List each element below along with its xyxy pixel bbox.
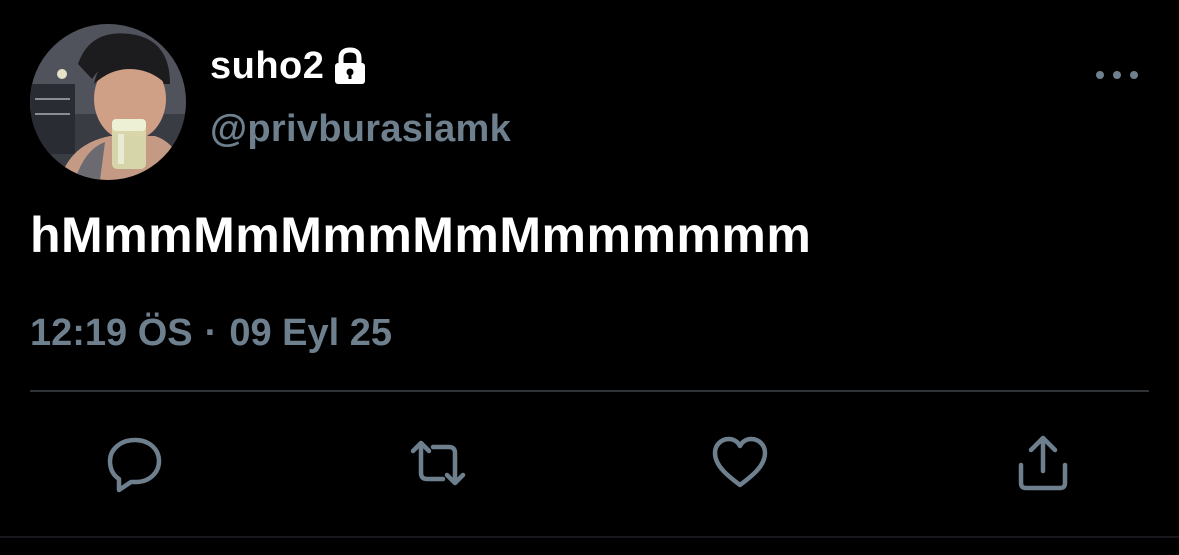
display-name-row[interactable]: suho2 xyxy=(210,42,368,90)
user-handle[interactable]: @privburasiamk xyxy=(210,108,511,151)
tweet-text: hMmmMmMmmMmMmmmmmm xyxy=(30,207,812,263)
retweet-button[interactable] xyxy=(403,430,473,500)
divider xyxy=(30,390,1149,392)
timestamp[interactable]: 12:19 ÖS · 09 Eyl 25 xyxy=(30,312,392,355)
retweet-icon xyxy=(405,433,471,498)
tweet-date: 09 Eyl 25 xyxy=(229,312,392,354)
lock-icon xyxy=(332,47,368,85)
tweet-card: suho2 @privburasiamk hMmmMmMmmMmMmmmmmm … xyxy=(0,0,1179,555)
heart-icon xyxy=(710,435,770,496)
reply-button[interactable] xyxy=(100,430,170,500)
more-horizontal-icon[interactable] xyxy=(1096,66,1138,84)
tweet-actions xyxy=(0,430,1179,500)
avatar[interactable] xyxy=(30,24,186,180)
like-button[interactable] xyxy=(705,430,775,500)
share-button[interactable] xyxy=(1008,430,1078,500)
avatar-photo xyxy=(30,24,186,180)
share-icon xyxy=(1015,433,1071,498)
timestamp-separator: · xyxy=(204,312,218,354)
bottom-divider xyxy=(0,536,1179,538)
reply-icon xyxy=(105,433,165,498)
display-name[interactable]: suho2 xyxy=(210,45,324,88)
tweet-time: 12:19 ÖS xyxy=(30,312,193,354)
